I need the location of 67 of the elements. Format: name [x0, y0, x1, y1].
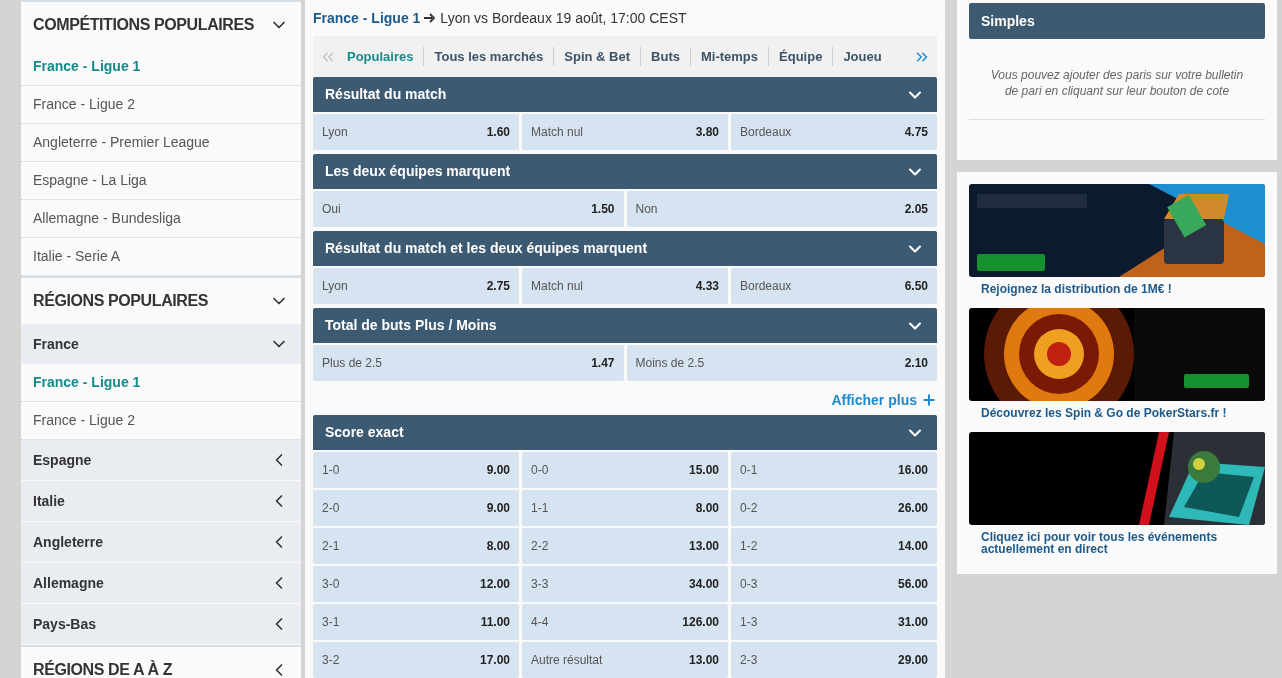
- region-row[interactable]: Espagne: [21, 440, 301, 480]
- region-row[interactable]: Italie: [21, 481, 301, 521]
- market-tab[interactable]: Spin & Bet: [553, 46, 641, 67]
- region-row[interactable]: Pays-Bas: [21, 604, 301, 644]
- show-more-link[interactable]: Afficher plus: [831, 389, 937, 411]
- odds-button[interactable]: 1-3 31.00: [731, 604, 937, 640]
- section-header[interactable]: RÉGIONS POPULAIRES: [21, 278, 301, 324]
- odds-button[interactable]: 1-0 9.00: [313, 452, 519, 488]
- odds-button[interactable]: 2-0 9.00: [313, 490, 519, 526]
- odds-button[interactable]: Plus de 2.5 1.47: [313, 345, 624, 381]
- competition-link[interactable]: France - Ligue 1: [33, 372, 141, 393]
- odds-button[interactable]: 1-1 8.00: [522, 490, 728, 526]
- odds-button[interactable]: 3-0 12.00: [313, 566, 519, 602]
- section-header[interactable]: RÉGIONS DE A À Z: [21, 647, 301, 678]
- competition-link[interactable]: France - Ligue 2: [33, 410, 135, 431]
- market-tab[interactable]: Populaires: [337, 46, 424, 67]
- market-header[interactable]: Résultat du match et les deux équipes marquent: [313, 231, 937, 266]
- odds-button[interactable]: 0-1 16.00: [731, 452, 937, 488]
- promo-link[interactable]: Cliquez ici pour voir tous les événements actuellement en direct: [969, 525, 1265, 555]
- market-tab[interactable]: Buts: [640, 46, 690, 67]
- market-header[interactable]: Total de buts Plus / Moins: [313, 308, 937, 343]
- odds-button[interactable]: Bordeaux 4.75: [731, 114, 937, 150]
- betslip-message: Vous pouvez ajouter des paris sur votre bulletin de pari en cliquant sur leur bouton de cote: [969, 39, 1265, 120]
- odds-button[interactable]: 0-2 26.00: [731, 490, 937, 526]
- region-row[interactable]: France: [21, 324, 301, 364]
- region-row[interactable]: Angleterre: [21, 522, 301, 562]
- promo-link[interactable]: Découvrez les Spin & Go de PokerStars.fr !: [969, 401, 1265, 419]
- arrow-right-icon: [424, 13, 437, 23]
- competition-link[interactable]: Espagne - La Liga: [33, 170, 147, 191]
- odds-button[interactable]: 1-2 14.00: [731, 528, 937, 564]
- market-tab[interactable]: Tous les marchés: [423, 46, 554, 67]
- odds-button[interactable]: 2-1 8.00: [313, 528, 519, 564]
- odds-button[interactable]: 0-3 56.00: [731, 566, 937, 602]
- market-header[interactable]: Résultat du match: [313, 77, 937, 112]
- market-header[interactable]: Les deux équipes marquent: [313, 154, 937, 189]
- section-header[interactable]: COMPÉTITIONS POPULAIRES: [21, 2, 301, 48]
- odds-button[interactable]: Autre résultat 13.00: [522, 642, 728, 678]
- odds-button[interactable]: Match nul 3.80: [522, 114, 728, 150]
- odds-button[interactable]: 2-3 29.00: [731, 642, 937, 678]
- competition-link[interactable]: Italie - Serie A: [33, 246, 121, 267]
- odds-button[interactable]: 4-4 126.00: [522, 604, 728, 640]
- market-tab[interactable]: Mi-temps: [689, 46, 769, 67]
- odds-button[interactable]: Match nul 4.33: [522, 268, 728, 304]
- odds-button[interactable]: Lyon 1.60: [313, 114, 519, 150]
- betslip-header: Simples: [969, 3, 1265, 39]
- competition-link[interactable]: France - Ligue 2: [33, 94, 135, 115]
- odds-button[interactable]: Moins de 2.5 2.10: [626, 345, 937, 381]
- odds-button[interactable]: Non 2.05: [626, 191, 937, 227]
- odds-button[interactable]: 3-1 11.00: [313, 604, 519, 640]
- odds-button[interactable]: 3-3 34.00: [522, 566, 728, 602]
- competition-link[interactable]: Allemagne - Bundesliga: [33, 208, 181, 229]
- event-title: Lyon vs Bordeaux 19 août, 17:00 CEST: [440, 8, 687, 28]
- market-tab[interactable]: Équipe: [768, 46, 833, 67]
- market-tab[interactable]: Joueu: [832, 46, 892, 67]
- odds-button[interactable]: Lyon 2.75: [313, 268, 519, 304]
- competition-link[interactable]: Angleterre - Premier League: [33, 132, 210, 153]
- region-row[interactable]: Allemagne: [21, 563, 301, 603]
- plus-icon: [921, 392, 937, 408]
- odds-button[interactable]: Oui 1.50: [313, 191, 624, 227]
- competition-link[interactable]: France - Ligue 1: [33, 56, 141, 77]
- odds-button[interactable]: 0-0 15.00: [522, 452, 728, 488]
- odds-button[interactable]: Bordeaux 6.50: [731, 268, 937, 304]
- breadcrumb-link[interactable]: France - Ligue 1: [313, 7, 421, 29]
- market-header[interactable]: Score exact: [313, 415, 937, 450]
- odds-button[interactable]: 2-2 13.00: [522, 528, 728, 564]
- promo-link[interactable]: Rejoignez la distribution de 1M€ !: [969, 277, 1265, 295]
- odds-button[interactable]: 3-2 17.00: [313, 642, 519, 678]
